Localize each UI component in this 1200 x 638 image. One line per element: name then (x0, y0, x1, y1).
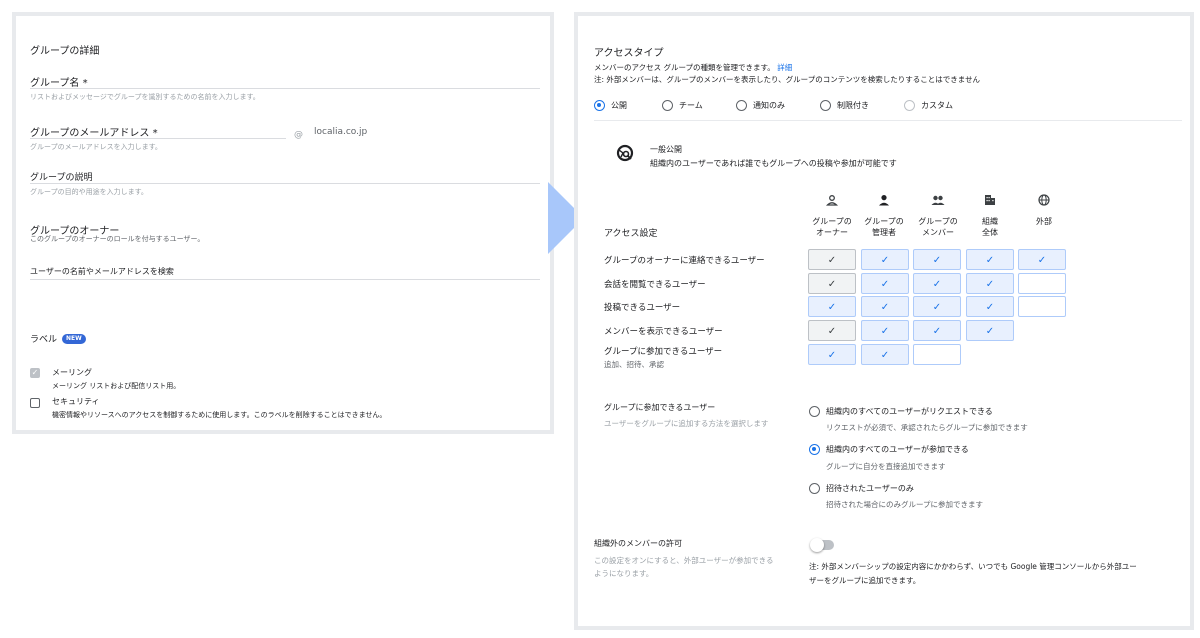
divider (594, 120, 1182, 121)
group-desc-label[interactable]: グループの説明 (30, 170, 92, 183)
row-label-view-members: メンバーを表示できるユーザー (604, 327, 723, 337)
owner-search-input[interactable]: ユーザーの名前やメールアドレスを検索 (30, 266, 174, 277)
row-label-contact-owner: グループのオーナーに連絡できるユーザー (604, 256, 765, 266)
group-email-input[interactable] (30, 138, 286, 139)
radio-restricted[interactable] (820, 100, 831, 111)
new-badge: NEW (62, 334, 86, 344)
mailing-desc: メーリング リストおよび配信リスト用。 (52, 382, 181, 390)
access-cell-r2-external[interactable] (1018, 296, 1066, 317)
section-title: グループの詳細 (30, 46, 100, 57)
access-cell-r2-org[interactable]: ✓ (966, 296, 1014, 317)
building-icon (985, 195, 995, 205)
labels-title: ラベル (30, 335, 58, 345)
access-type-note: 注: 外部メンバーは、グループのメンバーを表示したり、グループのコンテンツを検索… (594, 75, 980, 84)
public-title: 一般公開 (650, 145, 682, 154)
external-note-1: 注: 外部メンバーシップの設定内容にかかわらず、いつでも Google 管理コン… (809, 562, 1137, 571)
join-radio-request-sub: リクエストが必須で、承認されたらグループに参加できます (826, 423, 1028, 432)
access-cell-r1-member[interactable]: ✓ (913, 273, 961, 294)
access-cell-r1-owner[interactable]: ✓ (808, 273, 856, 294)
radio-custom[interactable] (904, 100, 915, 111)
external-desc-2: ようになります。 (594, 569, 654, 578)
person-icon (879, 195, 889, 206)
mailing-label: メーリング (52, 368, 92, 377)
radio-public-label: 公開 (611, 101, 627, 110)
external-title: 組織外のメンバーの許可 (594, 539, 682, 548)
external-note-2: ザーをグループに追加できます。 (809, 576, 921, 585)
group-desc-input[interactable] (30, 183, 540, 184)
group-name-label[interactable]: グループ名 * (30, 74, 88, 89)
external-desc-1: この設定をオンにすると、外部ユーザーが参加できる (594, 556, 774, 565)
globe-icon (1038, 194, 1050, 206)
join-title: グループに参加できるユーザー (604, 403, 716, 412)
join-radio-invited[interactable] (809, 483, 820, 494)
access-cell-r2-member[interactable]: ✓ (913, 296, 961, 317)
radio-custom-label: カスタム (921, 101, 953, 110)
security-desc: 機密情報やリソースへのアクセスを制御するために使用します。このラベルを削除するこ… (52, 411, 387, 419)
group-icon (931, 195, 945, 205)
access-cell-r1-org[interactable]: ✓ (966, 273, 1014, 294)
row-label-view-conversations: 会話を閲覧できるユーザー (604, 280, 706, 290)
access-settings-label: アクセス設定 (604, 229, 658, 239)
public-desc: 組織内のユーザーであれば誰でもグループへの投稿や参加が可能です (650, 159, 897, 168)
radio-announce-only-label: 通知のみ (753, 101, 785, 110)
group-email-hint: グループのメールアドレスを入力します。 (30, 143, 162, 151)
join-radio-invited-label: 招待されたユーザーのみ (826, 484, 914, 493)
access-cell-r4-owner[interactable]: ✓ (808, 344, 856, 365)
mailing-checkbox[interactable]: ✓ (30, 368, 40, 378)
radio-restricted-label: 制限付き (837, 101, 869, 110)
domain-text: localia.co.jp (314, 127, 368, 137)
col-manager-header: グループの 管理者 (864, 217, 904, 237)
access-cell-r1-manager[interactable]: ✓ (861, 273, 909, 294)
access-cell-r4-manager[interactable]: ✓ (861, 344, 909, 365)
join-radio-anyone-sub: グループに自分を直接追加できます (826, 462, 946, 471)
group-desc-hint: グループの目的や用途を入力します。 (30, 188, 148, 196)
person-outline-icon (826, 195, 838, 206)
row-label-post: 投稿できるユーザー (604, 303, 681, 313)
access-cell-r2-manager[interactable]: ✓ (861, 296, 909, 317)
row-sub-join: 追加、招待、承認 (604, 360, 664, 369)
access-cell-r0-org[interactable]: ✓ (966, 249, 1014, 270)
access-type-panel: アクセスタイプ メンバーのアクセス グループの種類を管理できます。 詳細 注: … (574, 12, 1194, 630)
public-search-icon (616, 144, 634, 162)
access-cell-r0-manager[interactable]: ✓ (861, 249, 909, 270)
access-cell-r0-member[interactable]: ✓ (913, 249, 961, 270)
group-email-label[interactable]: グループのメールアドレス * (30, 124, 158, 139)
col-external-header: 外部 (1036, 217, 1052, 226)
radio-team[interactable] (662, 100, 673, 111)
security-checkbox[interactable] (30, 398, 40, 408)
access-cell-r3-member[interactable]: ✓ (913, 320, 961, 341)
access-type-desc: メンバーのアクセス グループの種類を管理できます。 詳細 (594, 63, 793, 72)
access-cell-r3-manager[interactable]: ✓ (861, 320, 909, 341)
access-cell-r3-org[interactable]: ✓ (966, 320, 1014, 341)
details-link[interactable]: 詳細 (777, 63, 792, 72)
join-radio-invited-sub: 招待された場合にのみグループに参加できます (826, 500, 984, 509)
join-desc: ユーザーをグループに追加する方法を選択します (604, 419, 769, 428)
group-details-panel: グループの詳細 グループ名 * リストおよびメッセージでグループを識別するための… (12, 12, 554, 434)
col-org-header: 組織 全体 (982, 217, 998, 237)
join-radio-anyone-label: 組織内のすべてのユーザーが参加できる (826, 445, 969, 454)
access-cell-r1-external[interactable] (1018, 273, 1066, 294)
group-name-input[interactable] (30, 88, 540, 89)
access-cell-r3-owner[interactable]: ✓ (808, 320, 856, 341)
access-type-title: アクセスタイプ (594, 48, 664, 59)
owner-search-underline (30, 279, 540, 280)
radio-announce-only[interactable] (736, 100, 747, 111)
external-members-toggle[interactable] (810, 538, 834, 552)
radio-team-label: チーム (679, 101, 703, 110)
join-radio-request-label: 組織内のすべてのユーザーがリクエストできる (826, 407, 993, 416)
radio-public[interactable] (594, 100, 605, 111)
owner-hint: このグループのオーナーのロールを付与するユーザー。 (30, 235, 205, 243)
security-label: セキュリティ (52, 397, 100, 406)
join-radio-request[interactable] (809, 406, 820, 417)
access-cell-r4-member[interactable] (913, 344, 961, 365)
col-owner-header: グループの オーナー (812, 217, 852, 237)
group-name-hint: リストおよびメッセージでグループを識別するための名前を入力します。 (30, 93, 260, 101)
access-cell-r0-external[interactable]: ✓ (1018, 249, 1066, 270)
row-label-join: グループに参加できるユーザー (604, 347, 723, 357)
col-member-header: グループの メンバー (918, 217, 958, 237)
access-cell-r0-owner[interactable]: ✓ (808, 249, 856, 270)
join-radio-anyone[interactable] (809, 444, 820, 455)
access-cell-r2-owner[interactable]: ✓ (808, 296, 856, 317)
at-sign: @ (294, 130, 303, 140)
